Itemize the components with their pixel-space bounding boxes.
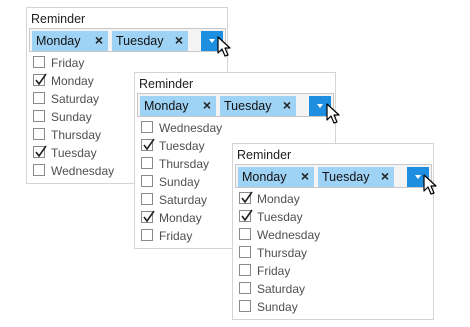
checkbox[interactable] (239, 300, 251, 312)
checkbox[interactable] (141, 193, 153, 205)
options-list: Monday Tuesday Wednesday Thursday Friday… (235, 190, 431, 316)
checkmark-icon (143, 138, 155, 151)
checkbox[interactable] (141, 210, 155, 223)
tag-tuesday: Tuesday × (112, 31, 188, 51)
list-item[interactable]: Friday (29, 54, 225, 72)
checkmark-icon (241, 209, 253, 222)
checkbox[interactable] (33, 92, 45, 104)
checkmark-icon (143, 210, 155, 223)
list-item[interactable]: Tuesday (235, 208, 431, 226)
item-label: Thursday (51, 128, 102, 142)
item-label: Wednesday (159, 121, 223, 135)
panel-title: Reminder (139, 77, 194, 91)
list-item[interactable]: Sunday (235, 298, 431, 316)
checkmark-icon (241, 191, 253, 204)
close-icon[interactable]: × (203, 97, 211, 114)
checkbox[interactable] (239, 246, 251, 258)
checkbox[interactable] (33, 128, 45, 140)
tag-tuesday: Tuesday × (318, 167, 394, 187)
mouse-pointer-icon (423, 174, 437, 195)
chevron-down-icon (209, 39, 215, 43)
checkbox[interactable] (239, 228, 251, 240)
tag-label: Monday (36, 34, 81, 48)
panel-title: Reminder (31, 12, 86, 26)
list-item[interactable]: Wednesday (137, 119, 333, 137)
checkbox[interactable] (239, 264, 251, 276)
checkmark-icon (35, 73, 47, 86)
checkbox[interactable] (239, 209, 253, 222)
reminder-multiselect[interactable]: Monday × Tuesday × (137, 93, 334, 117)
close-icon[interactable]: × (381, 168, 389, 185)
tag-label: Monday (242, 170, 287, 184)
checkbox[interactable] (33, 164, 45, 176)
item-label: Monday (51, 74, 94, 88)
close-icon[interactable]: × (301, 168, 309, 185)
list-item[interactable]: Saturday (235, 280, 431, 298)
list-item[interactable]: Monday (235, 190, 431, 208)
reminder-multiselect[interactable]: Monday × Tuesday × (29, 28, 226, 52)
tag-label: Tuesday (322, 170, 370, 184)
close-icon[interactable]: × (283, 97, 291, 114)
checkbox[interactable] (141, 138, 155, 151)
item-label: Saturday (159, 193, 208, 207)
close-icon[interactable]: × (175, 32, 183, 49)
item-label: Wednesday (51, 164, 115, 178)
item-label: Wednesday (257, 228, 321, 242)
checkbox[interactable] (141, 121, 153, 133)
item-label: Sunday (51, 110, 92, 124)
checkbox[interactable] (33, 56, 45, 68)
item-label: Monday (257, 192, 300, 206)
checkbox[interactable] (33, 145, 47, 158)
item-label: Sunday (159, 175, 200, 189)
item-label: Monday (159, 211, 202, 225)
mouse-pointer-icon (326, 103, 340, 124)
mouse-pointer-icon (217, 36, 231, 57)
close-icon[interactable]: × (95, 32, 103, 49)
item-label: Friday (51, 56, 85, 70)
tag-monday: Monday × (140, 96, 216, 116)
reminder-panel-3: Reminder Monday × Tuesday × Monday Tuesd… (232, 143, 434, 320)
item-label: Tuesday (159, 139, 205, 153)
item-label: Sunday (257, 300, 298, 314)
checkbox[interactable] (141, 157, 153, 169)
item-label: Thursday (257, 246, 308, 260)
tag-label: Tuesday (116, 34, 164, 48)
chevron-down-icon (317, 104, 323, 108)
checkbox[interactable] (33, 110, 45, 122)
tag-monday: Monday × (32, 31, 108, 51)
item-label: Tuesday (51, 146, 97, 160)
chevron-down-icon (415, 175, 421, 179)
checkbox[interactable] (33, 73, 47, 86)
checkbox[interactable] (239, 191, 253, 204)
tag-label: Tuesday (224, 99, 272, 113)
checkbox[interactable] (141, 175, 153, 187)
item-label: Friday (159, 229, 193, 243)
item-label: Friday (257, 264, 291, 278)
checkbox[interactable] (239, 282, 251, 294)
list-item[interactable]: Wednesday (235, 226, 431, 244)
list-item[interactable]: Thursday (235, 244, 431, 262)
item-label: Tuesday (257, 210, 303, 224)
tag-label: Monday (144, 99, 189, 113)
item-label: Saturday (51, 92, 100, 106)
reminder-multiselect[interactable]: Monday × Tuesday × (235, 164, 432, 188)
tag-monday: Monday × (238, 167, 314, 187)
checkbox[interactable] (141, 229, 153, 241)
item-label: Saturday (257, 282, 306, 296)
panel-title: Reminder (237, 148, 292, 162)
checkmark-icon (35, 145, 47, 158)
item-label: Thursday (159, 157, 210, 171)
list-item[interactable]: Friday (235, 262, 431, 280)
tag-tuesday: Tuesday × (220, 96, 296, 116)
